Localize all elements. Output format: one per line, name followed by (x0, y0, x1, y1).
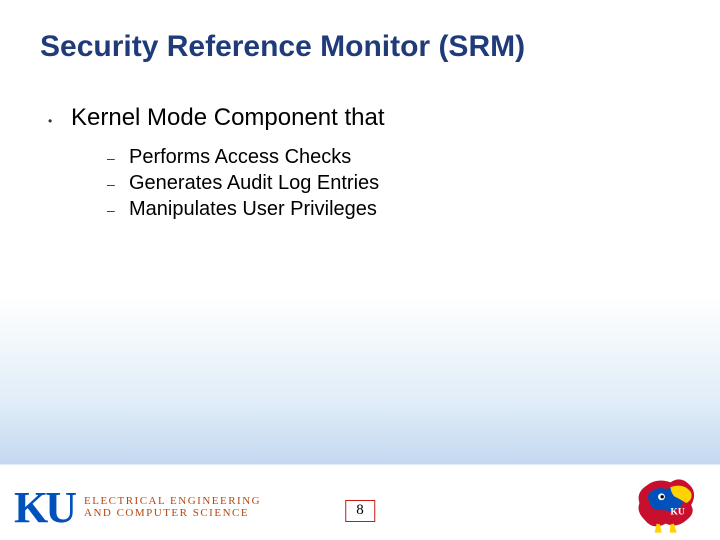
sub-bullet-item: – Manipulates User Privileges (107, 198, 680, 221)
ku-department: ELECTRICAL ENGINEERING AND COMPUTER SCIE… (84, 496, 261, 519)
sub-bullet-text: Generates Audit Log Entries (129, 172, 379, 195)
sub-bullet-list: – Performs Access Checks – Generates Aud… (107, 146, 680, 221)
bullet-item: • Kernel Mode Component that (45, 104, 680, 132)
slide-footer: KU ELECTRICAL ENGINEERING AND COMPUTER S… (0, 470, 720, 540)
ku-wordmark: KU (14, 486, 74, 530)
page-number: 8 (345, 500, 375, 522)
ku-logo: KU ELECTRICAL ENGINEERING AND COMPUTER S… (14, 486, 261, 530)
jayhawk-mascot-icon: KU (632, 472, 702, 534)
bullet-text: Kernel Mode Component that (71, 104, 385, 132)
sub-bullet-marker: – (107, 202, 129, 218)
slide: Security Reference Monitor (SRM) • Kerne… (0, 0, 720, 540)
svg-text:KU: KU (670, 507, 684, 518)
sub-bullet-marker: – (107, 176, 129, 192)
sub-bullet-text: Performs Access Checks (129, 146, 351, 169)
sub-bullet-item: – Generates Audit Log Entries (107, 172, 680, 195)
sub-bullet-item: – Performs Access Checks (107, 146, 680, 169)
slide-content: • Kernel Mode Component that – Performs … (45, 104, 680, 224)
sub-bullet-text: Manipulates User Privileges (129, 198, 377, 221)
bullet-marker: • (45, 114, 71, 128)
dept-line-2: AND COMPUTER SCIENCE (84, 508, 261, 520)
slide-title: Security Reference Monitor (SRM) (40, 30, 525, 64)
sub-bullet-marker: – (107, 150, 129, 166)
